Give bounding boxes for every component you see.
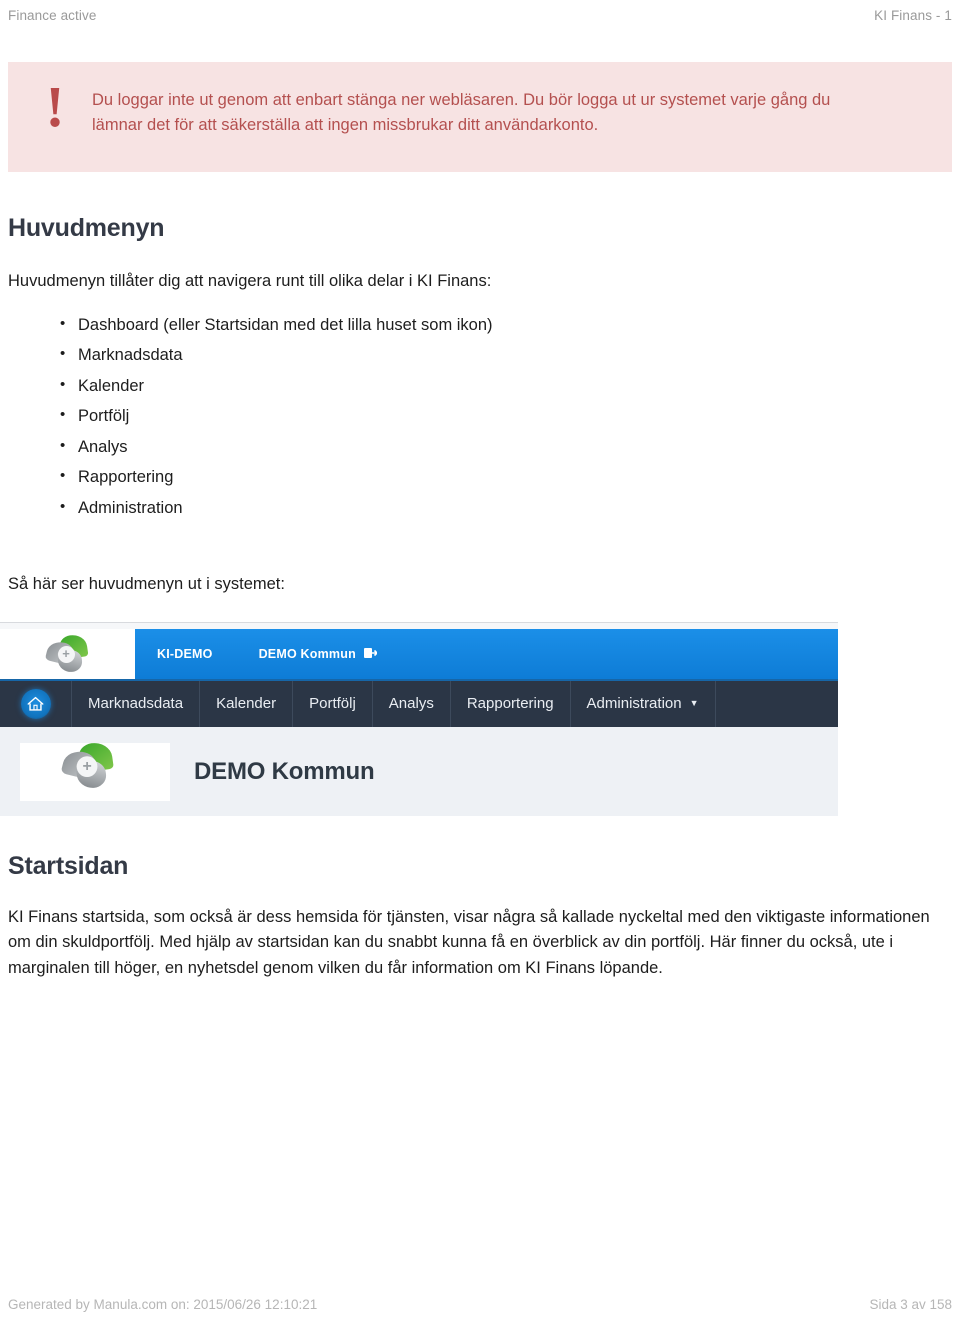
nav-item-label: Rapportering [466,695,554,713]
nav-item-marknadsdata[interactable]: Marknadsdata [72,680,201,727]
exclamation-icon: ! [45,74,65,139]
document-content: ! Du loggar inte ut genom att enbart stä… [0,62,960,981]
huvudmenyn-section: Huvudmenyn [0,172,960,243]
list-item: Kalender [60,377,960,409]
nav-empty-space [716,681,838,727]
huvudmenyn-caption: Så här ser huvudmenyn ut i systemet: [8,575,285,594]
nav-item-label: Kalender [216,695,277,713]
nav-item-analys[interactable]: Analys [373,680,451,727]
huvudmenyn-list: Dashboard (eller Startsidan med det lill… [0,316,960,531]
warning-callout-text: Du loggar inte ut genom att enbart stäng… [92,91,831,135]
huvudmenyn-intro-wrap: Huvudmenyn tillåter dig att navigera run… [0,243,960,295]
ki-finans-logo-icon: + [44,632,89,673]
list-item: Portfölj [60,407,960,439]
list-item: Administration [60,499,960,531]
nav-item-kalender[interactable]: Kalender [200,680,294,727]
ki-finans-logo-icon: + [60,740,126,800]
huvudmenyn-intro: Huvudmenyn tillåter dig att navigera run… [8,272,492,290]
app-organisation-label: DEMO Kommun [258,646,356,661]
startsidan-paragraph: KI Finans startsida, som också är dess h… [8,907,930,977]
page-header: Finance active KI Finans - 1 [0,0,960,34]
huvudmenyn-caption-wrap: Så här ser huvudmenyn ut i systemet: [0,530,960,598]
nav-item-label: Analys [388,695,434,713]
header-right-label: KI Finans - 1 [874,8,952,23]
app-logo-box: + [0,628,135,679]
nav-item-label: Marknadsdata [88,695,184,713]
app-top-bar: + KI-DEMO DEMO Kommun [0,628,838,679]
startsidan-heading: Startsidan [8,851,129,880]
nav-item-label: Portfölj [309,695,356,713]
list-item: Rapportering [60,468,960,500]
app-organisation-group[interactable]: DEMO Kommun [258,646,379,661]
nav-item-rapportering[interactable]: Rapportering [451,680,571,727]
nav-item-dashboard[interactable] [0,680,72,727]
app-content-area: + DEMO Kommun [0,726,838,816]
huvudmenyn-heading: Huvudmenyn [8,214,165,242]
app-content-title: DEMO Kommun [194,757,375,785]
warning-callout: ! Du loggar inte ut genom att enbart stä… [8,62,952,172]
app-content-logo-box: + [20,740,170,801]
startsidan-paragraph-wrap: KI Finans startsida, som också är dess h… [0,881,950,982]
footer-generated-label: Generated by Manula.com on: 2015/06/26 1… [8,1296,318,1312]
nav-item-administration[interactable]: Administration ▼ [571,680,716,727]
nav-item-label: Administration [586,695,682,713]
nav-item-portfolj[interactable]: Portfölj [293,680,373,727]
footer-page-number: Sida 3 av 158 [869,1296,952,1312]
header-left-label: Finance active [8,8,97,23]
list-item: Marknadsdata [60,346,960,378]
page-footer: Generated by Manula.com on: 2015/06/26 1… [0,1284,960,1324]
app-screenshot-image: + KI-DEMO DEMO Kommun Marknadsdata Kalen… [0,621,838,816]
app-brand-label: KI-DEMO [157,646,213,661]
list-item: Analys [60,438,960,470]
app-main-nav: Marknadsdata Kalender Portfölj Analys Ra… [0,678,838,727]
list-item: Dashboard (eller Startsidan med det lill… [60,316,960,348]
logout-icon[interactable] [363,647,379,661]
app-top-bar-labels: KI-DEMO DEMO Kommun [135,646,379,661]
chevron-down-icon: ▼ [689,698,699,709]
startsidan-section: Startsidan [0,816,960,881]
home-icon [20,688,51,719]
